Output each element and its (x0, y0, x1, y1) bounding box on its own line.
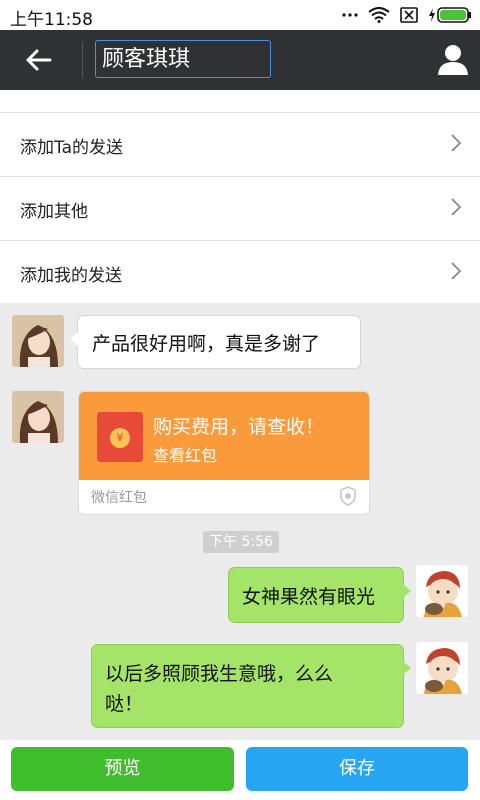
red-packet-footer: 微信红包 (91, 490, 147, 506)
menu-item-label: 添加其他 (20, 202, 88, 222)
save-button[interactable]: 保存 (246, 747, 468, 791)
avatar-self[interactable] (416, 642, 468, 694)
message-bubble-outgoing[interactable]: 女神果然有眼光 (228, 567, 411, 623)
avatar-customer[interactable] (12, 391, 64, 443)
red-packet-subtitle: 查看红包 (153, 446, 218, 465)
preview-button[interactable]: 预览 (11, 747, 234, 791)
menu-item-add-my-message[interactable]: 添加我的发送 (0, 240, 480, 302)
chevron-right-icon (451, 262, 462, 280)
red-packet-header: ¥ 购买费用，请查收！ 查看红包 (79, 392, 369, 480)
arrow-left-icon (26, 49, 52, 71)
wifi-icon (368, 7, 390, 23)
woman-avatar-icon (12, 315, 64, 367)
message-text-line: 哒！ (105, 693, 144, 715)
chevron-right-icon (451, 198, 462, 216)
status-bar: 上午11:58 (0, 0, 480, 30)
no-sim-icon (400, 7, 418, 23)
red-envelope-icon: ¥ (97, 412, 143, 462)
avatar-self[interactable] (416, 565, 468, 617)
cartoon-avatar-icon (416, 642, 468, 694)
woman-avatar-icon (12, 391, 64, 443)
menu-item-add-their-message[interactable]: 添加Ta的发送 (0, 112, 480, 174)
add-menu: 添加Ta的发送 添加其他 添加我的发送 (0, 90, 480, 303)
message-bubble-outgoing[interactable]: 以后多照顾我生意哦，么么 哒！ (91, 644, 411, 728)
red-packet-message[interactable]: ¥ 购买费用，请查收！ 查看红包 微信红包 (78, 391, 370, 515)
profile-button[interactable] (436, 42, 470, 76)
message-bubble-incoming[interactable]: 产品很好用啊，真是多谢了 (70, 315, 361, 369)
message-text: 女神果然有眼光 (242, 586, 376, 608)
shield-icon (340, 486, 356, 506)
battery-charging-icon (429, 7, 471, 23)
menu-item-label: 添加Ta的发送 (20, 138, 123, 158)
red-envelope-seal: ¥ (110, 428, 130, 448)
message-text-line: 以后多照顾我生意哦，么么 (105, 663, 334, 685)
message-text: 产品很好用啊，真是多谢了 (92, 333, 321, 355)
divider (82, 42, 83, 78)
bottom-action-bar: 预览 保存 (0, 740, 480, 800)
status-icons (342, 5, 472, 25)
menu-item-label: 添加我的发送 (20, 266, 122, 286)
timestamp: 下午 5:56 (203, 531, 279, 553)
red-packet-title: 购买费用，请查收！ (153, 416, 325, 438)
menu-item-add-other[interactable]: 添加其他 (0, 176, 480, 238)
top-bar: 顾客琪琪 (0, 30, 480, 90)
back-button[interactable] (18, 44, 58, 76)
avatar-customer[interactable] (12, 315, 64, 367)
chevron-right-icon (451, 134, 462, 152)
title-input[interactable]: 顾客琪琪 (95, 40, 271, 78)
chat-area[interactable]: 产品很好用啊，真是多谢了 ¥ 购买费用，请查收！ 查看红包 微信红包 下午 5:… (0, 303, 480, 740)
status-time: 上午11:58 (10, 10, 93, 30)
dots-icon (342, 13, 358, 17)
cartoon-avatar-icon (416, 565, 468, 617)
person-icon (438, 45, 468, 75)
